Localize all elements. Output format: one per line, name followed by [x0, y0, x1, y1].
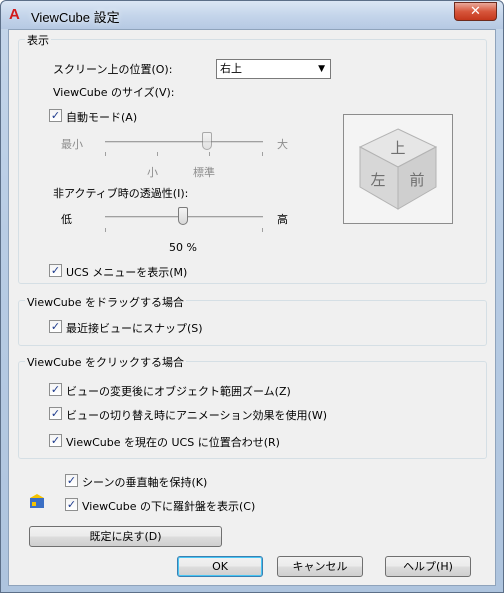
cube-top-face-label: 上	[390, 139, 405, 157]
size-standard-label: 標準	[193, 166, 215, 179]
ucs-align-checkbox[interactable]: ✓	[49, 434, 62, 447]
animation-label: ビューの切り替え時にアニメーション効果を使用(W)	[66, 409, 328, 422]
chevron-down-icon: ▼	[318, 64, 325, 74]
snap-label: 最近接ビューにスナップ(S)	[66, 322, 203, 335]
cube-left-face-label: 左	[370, 171, 385, 189]
zoom-checkbox[interactable]: ✓	[49, 383, 62, 396]
position-dropdown[interactable]: 右上 ▼	[216, 59, 331, 79]
restore-defaults-button[interactable]: 既定に戻す(D)	[29, 526, 222, 547]
keep-up-checkbox[interactable]: ✓	[65, 474, 78, 487]
size-min-label: 最小	[61, 138, 83, 151]
viewcube-cube-icon: 上 左 前	[358, 128, 438, 210]
opacity-tick	[262, 228, 263, 232]
ucs-menu-label: UCS メニューを表示(M)	[66, 266, 188, 279]
ucs-menu-checkbox[interactable]: ✓	[49, 264, 62, 277]
position-label: スクリーン上の位置(O):	[53, 63, 173, 76]
opacity-low-label: 低	[61, 213, 72, 226]
compass-checkbox[interactable]: ✓	[65, 498, 78, 511]
viewcube-settings-dialog: A ViewCube 設定 ✕ 表示 スクリーン上の位置(O): 右上 ▼ Vi…	[0, 0, 504, 593]
compass-label: ViewCube の下に羅針盤を表示(C)	[82, 500, 256, 513]
opacity-high-label: 高	[277, 213, 288, 226]
size-small-label: 小	[147, 166, 158, 179]
dialog-body: 表示 スクリーン上の位置(O): 右上 ▼ ViewCube のサイズ(V): …	[8, 29, 496, 586]
auto-mode-checkbox[interactable]: ✓	[49, 109, 62, 122]
size-slider-track	[105, 141, 263, 143]
cube-front-face-label: 前	[409, 171, 424, 189]
size-tick	[157, 152, 158, 156]
keep-up-label: シーンの垂直軸を保持(K)	[82, 476, 208, 489]
opacity-value: 50 %	[169, 241, 197, 254]
drag-group-title: ViewCube をドラッグする場合	[25, 294, 187, 310]
viewcube-preview: 上 左 前	[343, 114, 453, 224]
opacity-slider-thumb[interactable]	[178, 207, 188, 225]
help-button[interactable]: ヘルプ(H)	[385, 556, 471, 577]
window-title: ViewCube 設定	[31, 10, 120, 25]
click-group-title: ViewCube をクリックする場合	[25, 354, 187, 370]
size-tick	[209, 152, 210, 156]
auto-mode-label: 自動モード(A)	[66, 111, 138, 124]
opacity-label: 非アクティブ時の透過性(I):	[53, 187, 189, 200]
zoom-label: ビューの変更後にオブジェクト範囲ズーム(Z)	[66, 385, 291, 398]
size-tick	[105, 152, 106, 156]
close-button[interactable]: ✕	[454, 2, 497, 21]
animation-checkbox[interactable]: ✓	[49, 407, 62, 420]
size-slider-thumb[interactable]	[202, 132, 212, 150]
snap-checkbox[interactable]: ✓	[49, 320, 62, 333]
opacity-tick	[105, 228, 106, 232]
display-group-title: 表示	[25, 32, 51, 48]
cancel-button[interactable]: キャンセル	[277, 556, 363, 577]
ucs-align-label: ViewCube を現在の UCS に位置合わせ(R)	[66, 436, 280, 449]
size-label: ViewCube のサイズ(V):	[53, 86, 175, 99]
autocad-logo-icon: A	[9, 6, 20, 23]
ok-button[interactable]: OK	[177, 556, 263, 577]
compass-icon	[30, 494, 44, 508]
position-value: 右上	[220, 62, 242, 75]
size-max-label: 大	[277, 138, 288, 151]
size-tick	[262, 152, 263, 156]
title-bar: A ViewCube 設定 ✕	[1, 1, 503, 29]
